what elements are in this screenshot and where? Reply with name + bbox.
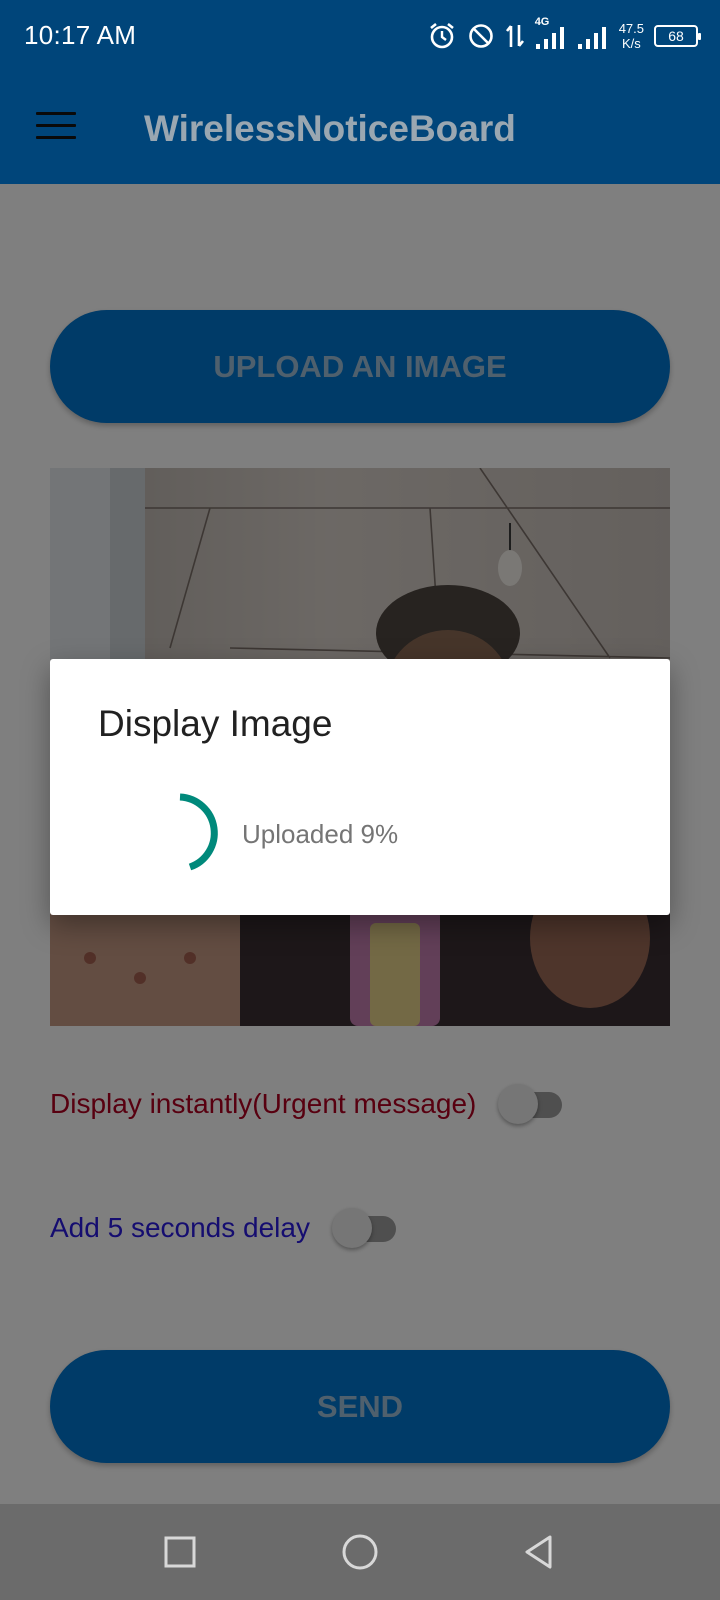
battery-level: 68 [668, 28, 684, 44]
do-not-disturb-icon [468, 24, 493, 48]
net-speed-unit: K/s [621, 36, 641, 51]
navigation-bar [0, 1504, 720, 1600]
spinner-icon [179, 793, 218, 871]
status-icons: 4G 47.5 K/s 68 [427, 16, 701, 56]
dialog-message: Uploaded 9% [242, 819, 399, 849]
dialog-title: Display Image [98, 703, 333, 744]
status-bar: 10:17 AM 4G 47.5 K/s 68 [0, 0, 720, 74]
alarm-icon [429, 22, 454, 49]
signal-icon: 4G [535, 16, 567, 52]
battery-icon: 68 [654, 25, 701, 47]
home-icon[interactable] [340, 1532, 380, 1572]
progress-dialog: Display Image Uploaded 9% [50, 659, 670, 915]
status-time: 10:17 AM [24, 20, 137, 50]
menu-icon[interactable] [36, 112, 76, 146]
app-title: WirelessNoticeBoard [144, 108, 516, 149]
recents-icon[interactable] [160, 1532, 200, 1572]
data-transfer-icon [505, 25, 524, 47]
app-bar: WirelessNoticeBoard [0, 74, 720, 184]
net-speed-value: 47.5 [618, 21, 644, 36]
net-speed: 47.5 K/s [619, 21, 644, 51]
signal-icon [577, 27, 606, 49]
back-icon[interactable] [520, 1532, 560, 1572]
